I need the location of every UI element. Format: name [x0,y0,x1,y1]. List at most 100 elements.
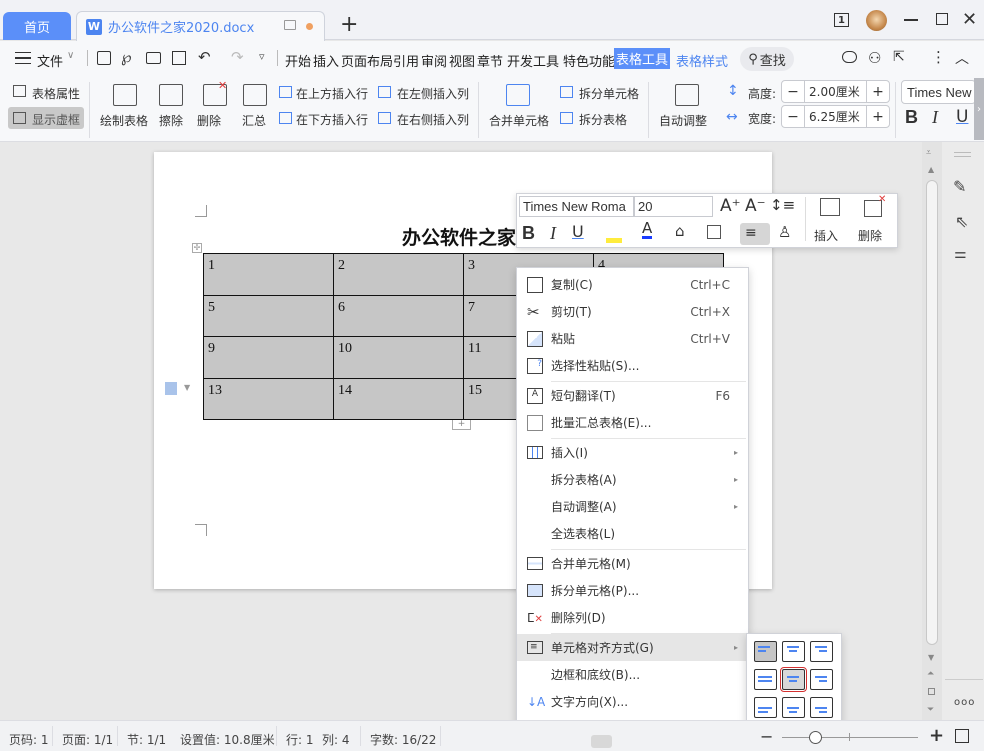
file-menu[interactable]: 文件 [37,51,63,70]
mini-font-select[interactable]: Times New Roma [519,196,634,217]
mini-delete-button[interactable]: 删除 [858,227,882,244]
height-input[interactable]: 2.00厘米 [804,81,867,102]
align-top-center-button[interactable] [782,641,805,662]
ribbon-scroll-right[interactable]: › [974,78,984,140]
draw-table-button[interactable]: 绘制表格 [100,112,148,129]
tab-layout[interactable]: 页面布局 [341,51,393,70]
tab-reference[interactable]: 引用 [393,51,419,70]
menu-item-split-table[interactable]: 拆分表格(A) ▸ [517,466,748,493]
view-mode-button[interactable] [591,735,612,748]
align-top-left-button[interactable] [754,641,777,662]
increment-button[interactable]: + [867,84,889,100]
menu-item-insert[interactable]: 插入(I) ▸ [517,439,748,466]
status-pages[interactable]: 页面: 1/1 [62,731,113,748]
insert-row-below-button[interactable]: 在下方插入行 [296,111,368,128]
table-cell[interactable]: 6 [333,294,464,337]
tab-home[interactable]: 首页 [3,12,71,40]
border-icon[interactable] [707,225,721,239]
status-word-count[interactable]: 字数: 16/22 [370,731,436,748]
tab-start[interactable]: 开始 [285,51,311,70]
print-preview-icon[interactable] [172,51,186,65]
align-bottom-center-button[interactable] [782,697,805,718]
scroll-down-icon[interactable]: ▼ [928,653,934,662]
menu-item-borders[interactable]: 边框和底纹(B)... [517,661,748,688]
align-middle-left-button[interactable] [754,669,777,690]
document-heading[interactable]: 办公软件之家 [402,223,516,250]
split-cells-button[interactable]: 拆分单元格 [579,85,639,102]
cloud-icon[interactable] [842,51,857,63]
menu-item-paste-special[interactable]: ? 选择性粘贴(S)... [517,352,748,379]
mini-insert-button[interactable]: 插入 [814,227,838,244]
menu-item-merge-cells[interactable]: 合并单元格(M) [517,550,748,577]
share-icon[interactable]: ⇱ [893,49,905,65]
insert-col-right-button[interactable]: 在右侧插入列 [397,111,469,128]
share-user-icon[interactable]: ⚇ [868,49,881,67]
shading-icon[interactable]: ⌂ [675,222,685,240]
monitor-icon[interactable] [284,20,296,30]
tab-features[interactable]: 特色功能 [563,51,615,70]
auto-fit-button[interactable]: 自动调整 [659,112,707,129]
menu-item-select-table[interactable]: 全选表格(L) [517,520,748,547]
more-icon[interactable]: ⋮ [931,48,946,66]
save-icon[interactable] [97,51,111,65]
collapse-ribbon-icon[interactable]: ︿ [955,48,969,68]
align-top-right-button[interactable] [810,641,833,662]
undo-icon[interactable]: ↶ [198,48,211,66]
settings-sliders-icon[interactable]: ⚌ [954,246,967,262]
zoom-in-button[interactable]: + [929,725,944,746]
cursor-icon[interactable]: ⇖ [955,212,968,231]
more-options-icon[interactable]: ooo [954,697,975,708]
format-painter-icon[interactable]: ♙ [778,223,791,241]
tab-section[interactable]: 章节 [477,51,503,70]
shrink-font-icon[interactable]: A⁻ [745,196,766,216]
align-bottom-right-button[interactable] [810,697,833,718]
tab-developer[interactable]: 开发工具 [507,51,559,70]
font-color-icon[interactable]: A [642,221,653,239]
underline-icon[interactable]: U [572,222,584,241]
hamburger-icon[interactable] [15,52,31,64]
scrollbar-thumb[interactable] [926,180,938,645]
table-cell[interactable]: 1 [203,253,334,296]
menu-item-cut[interactable]: ✂ 剪切(T) Ctrl+X [517,298,748,325]
zoom-out-button[interactable]: − [760,727,773,746]
width-input[interactable]: 6.25厘米 [804,106,867,127]
line-spacing-icon[interactable]: ↕≡ [770,196,795,214]
select-browse-icon[interactable] [928,688,935,695]
table-cell[interactable]: 2 [333,253,464,296]
minimize-button[interactable] [904,19,918,21]
pen-icon[interactable]: ✎ [953,177,966,196]
tab-view[interactable]: 视图 [449,51,475,70]
underline-button[interactable]: U [956,107,968,127]
chevron-down-icon[interactable]: ∨ [67,50,74,61]
close-button[interactable]: ✕ [962,9,977,30]
delete-button[interactable]: 删除 [197,112,221,129]
align-bottom-left-button[interactable] [754,697,777,718]
highlight-icon[interactable] [606,238,622,243]
status-setting-value[interactable]: 设置值: 10.8厘米 [180,731,275,748]
table-cell[interactable]: 10 [333,336,464,379]
tab-table-tools[interactable]: 表格工具 [614,48,670,69]
redo-icon[interactable]: ↷ [231,48,244,66]
status-page-number[interactable]: 页码: 1 [9,731,49,748]
next-page-icon[interactable]: ⏷ [927,705,934,715]
zoom-slider-handle[interactable] [809,731,822,744]
menu-item-text-direction[interactable]: ↓A 文字方向(X)... [517,688,748,715]
paragraph-layout-icon[interactable] [165,382,177,395]
menu-item-auto-fit[interactable]: 自动调整(A) ▸ [517,493,748,520]
width-stepper[interactable]: − 6.25厘米 + [781,105,890,128]
italic-button[interactable]: I [932,107,938,128]
table-cell[interactable]: 9 [203,336,334,379]
tab-review[interactable]: 审阅 [421,51,447,70]
search-button[interactable]: ⚲ 查找 [740,47,794,71]
scroll-up-icon[interactable]: ▲ [928,165,934,174]
menu-item-batch-summary[interactable]: 批量汇总表格(E)... [517,409,748,436]
table-move-handle[interactable]: ✢ [192,243,202,253]
insert-col-left-button[interactable]: 在左侧插入列 [397,85,469,102]
window-count-badge[interactable]: 1 [834,13,849,27]
fit-window-icon[interactable] [955,729,969,743]
tab-table-style[interactable]: 表格样式 [676,51,728,70]
bold-icon[interactable]: B [522,223,535,244]
decrement-button[interactable]: − [782,109,804,125]
increment-button[interactable]: + [867,109,889,125]
eraser-button[interactable]: 擦除 [159,112,183,129]
